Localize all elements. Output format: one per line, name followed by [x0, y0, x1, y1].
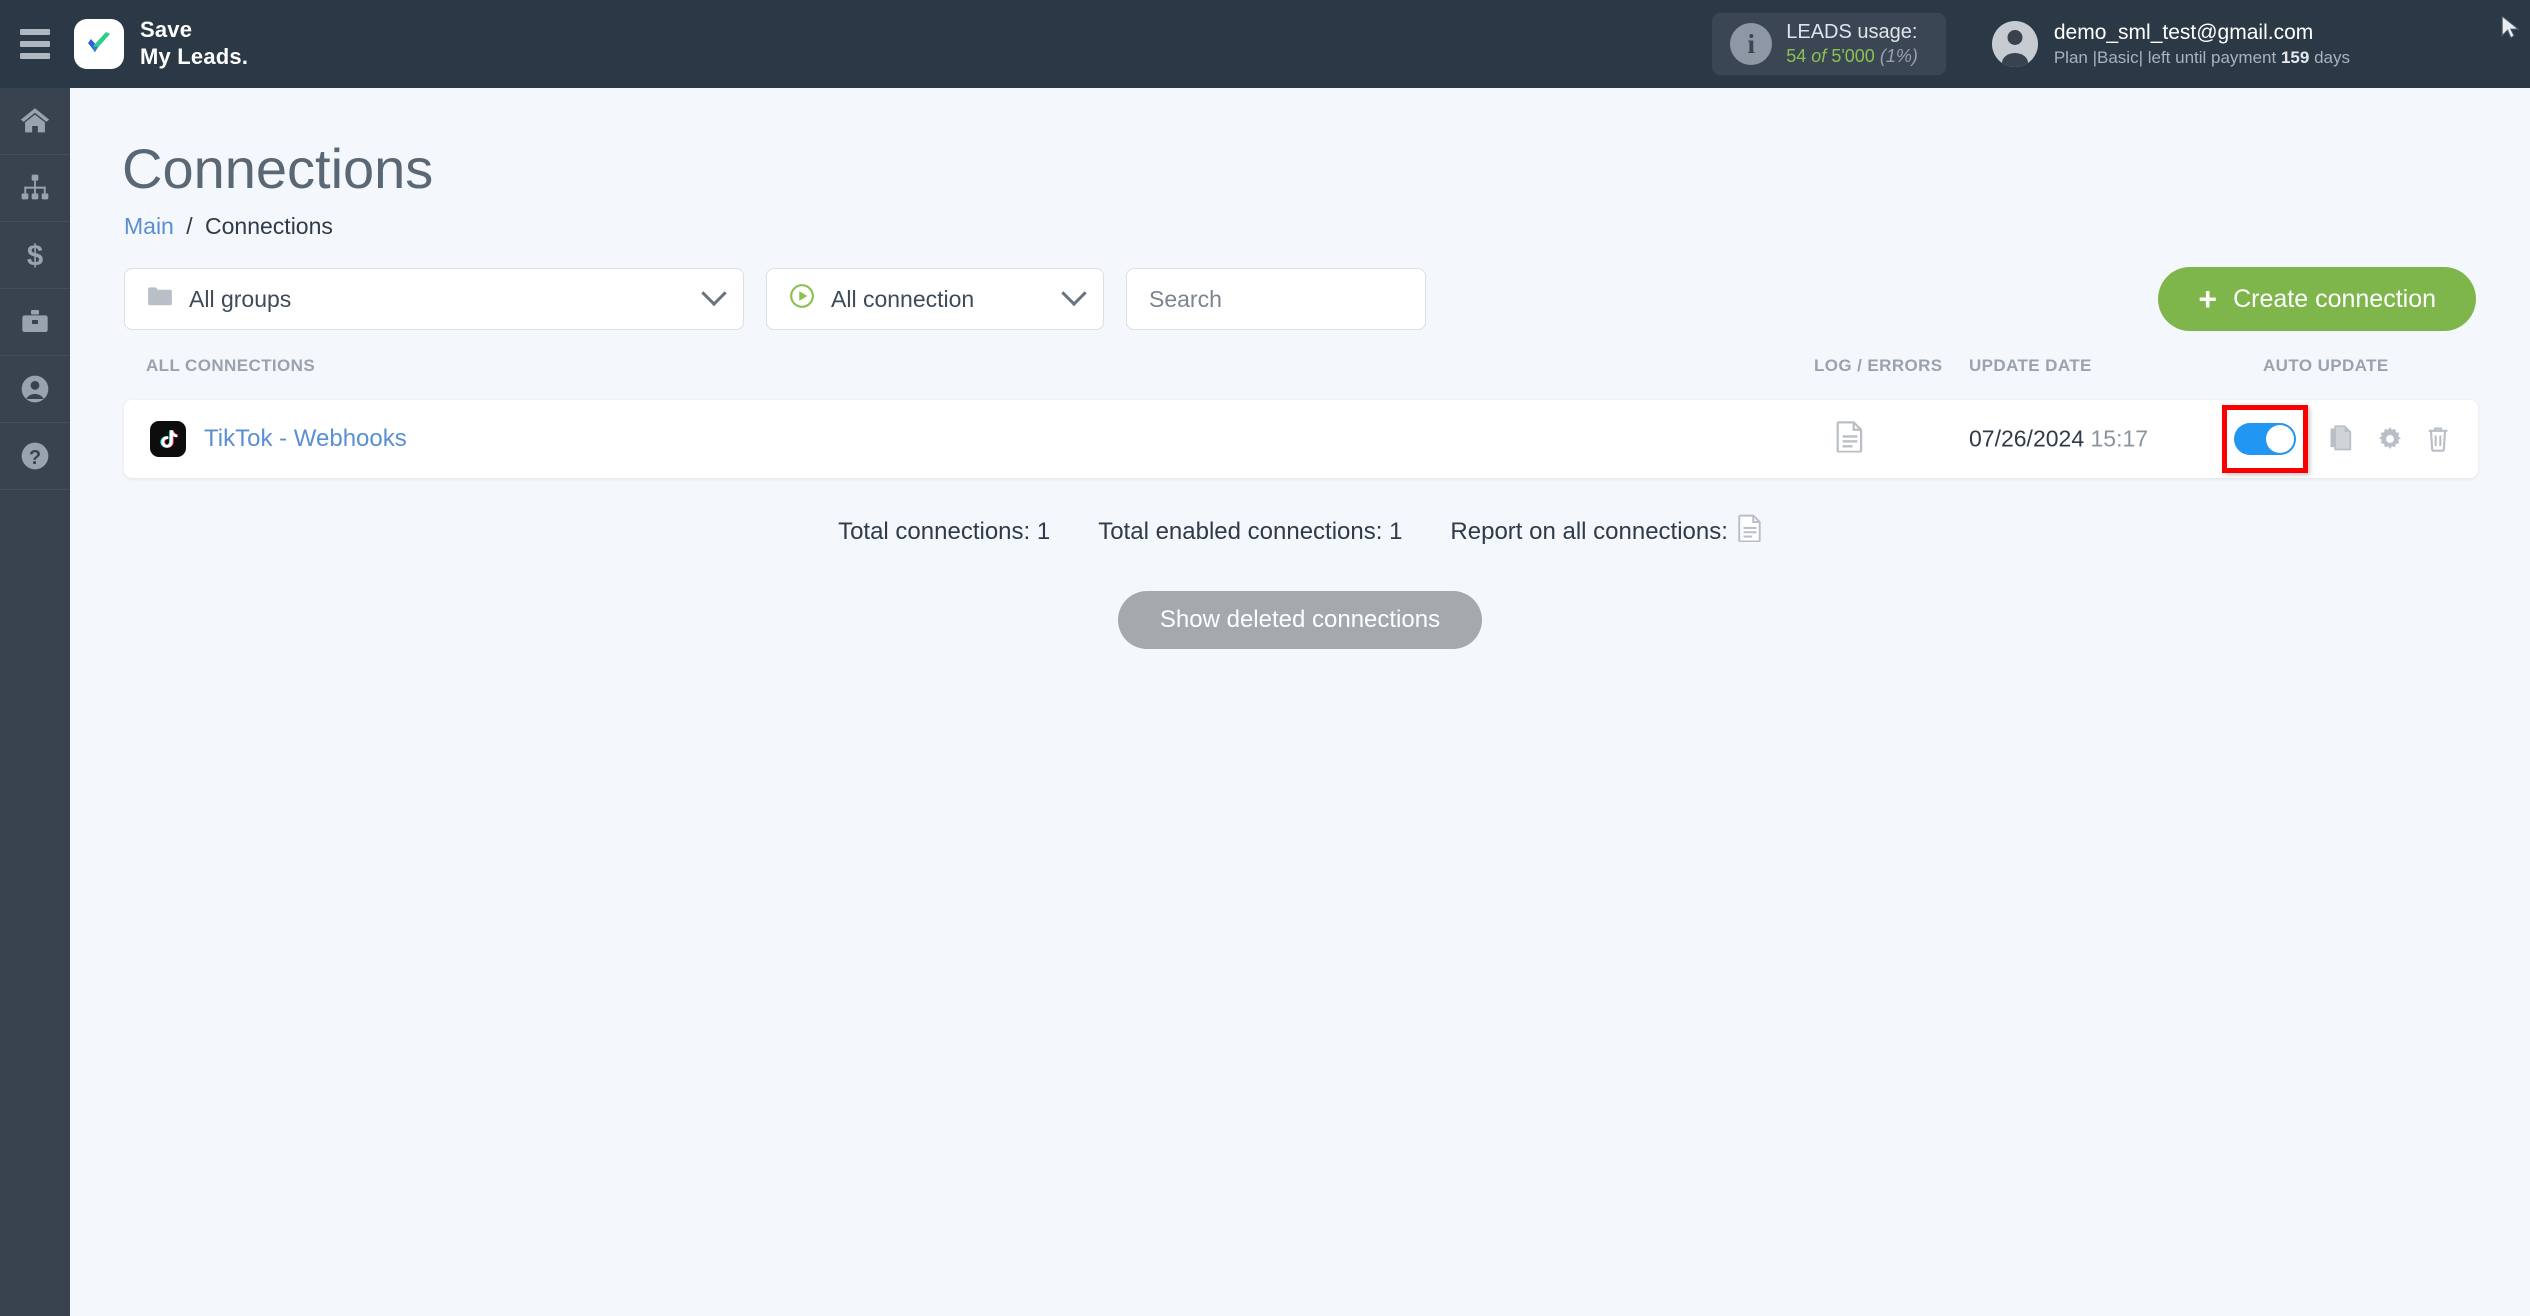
usage-limit: 5'000 [1831, 46, 1875, 67]
update-date-cell: 07/26/2024 15:17 [1969, 426, 2148, 453]
svg-text:?: ? [29, 447, 41, 469]
totals-bar: Total connections: 1 Total enabled conne… [70, 514, 2530, 549]
column-header-connections: ALL CONNECTIONS [146, 356, 316, 375]
dollar-icon: $ [19, 239, 51, 271]
log-errors-icon[interactable] [1836, 421, 1864, 458]
toggle-knob [2266, 425, 2294, 453]
question-circle-icon: ? [19, 440, 51, 472]
play-circle-icon [789, 283, 815, 315]
user-circle-icon [19, 373, 51, 405]
tiktok-icon [150, 421, 186, 457]
sidebar-item-connections[interactable] [0, 155, 70, 222]
folder-icon [147, 285, 173, 313]
mouse-cursor-icon [2501, 15, 2520, 39]
connection-identity: TikTok - Webhooks [150, 421, 407, 457]
svg-text:$: $ [27, 240, 43, 271]
hamburger-bar [20, 41, 50, 47]
brand-logo[interactable]: Save My Leads. [74, 17, 248, 71]
briefcase-icon [19, 306, 51, 338]
usage-of: of [1811, 46, 1827, 67]
search-input[interactable] [1149, 285, 1403, 313]
page-title: Connections [122, 137, 434, 200]
table-column-headers: ALL CONNECTIONS LOG / ERRORS UPDATE DATE… [124, 356, 2478, 386]
groups-filter-select[interactable]: All groups [124, 268, 744, 330]
breadcrumb-separator: / [186, 213, 193, 239]
update-date-value: 07/26/2024 [1969, 425, 2085, 452]
sidebar: $ ? [0, 88, 70, 1316]
sitemap-icon [19, 172, 51, 204]
show-deleted-connections-button[interactable]: Show deleted connections [1117, 591, 1483, 649]
column-header-update-date: UPDATE DATE [1969, 356, 2092, 375]
main-content: Connections Main / Connections All group… [70, 88, 2530, 1316]
chevron-down-icon [1061, 280, 1087, 307]
plus-icon: + [2198, 281, 2218, 317]
brand-line-2: My Leads. [140, 44, 249, 69]
document-icon[interactable] [1738, 514, 1762, 549]
connection-filter-select[interactable]: All connection [766, 268, 1104, 330]
account-plan: Plan |Basic| left until payment 159 days [2054, 47, 2350, 69]
usage-used: 54 [1786, 46, 1807, 67]
plan-days: 159 [2280, 47, 2310, 67]
auto-update-toggle[interactable] [2234, 423, 2296, 455]
total-enabled-connections: Total enabled connections: 1 [1098, 517, 1403, 545]
account-box[interactable]: demo_sml_test@gmail.com Plan |Basic| lef… [1991, 19, 2350, 69]
plan-days-suffix: days [2314, 47, 2350, 67]
connection-name-link[interactable]: TikTok - Webhooks [204, 425, 407, 453]
auto-update-highlight [2222, 405, 2308, 473]
update-time-value: 15:17 [2090, 425, 2149, 452]
breadcrumb-link-main[interactable]: Main [124, 213, 174, 239]
usage-values: 54 of 5'000 (1%) [1786, 45, 1918, 69]
connection-filter-value: All connection [831, 285, 975, 312]
breadcrumb-current: Connections [205, 213, 333, 239]
gear-icon[interactable] [2376, 425, 2404, 453]
breadcrumb: Main / Connections [124, 213, 2530, 240]
row-actions [2328, 425, 2450, 453]
top-bar: Save My Leads. i LEADS usage: 54 of 5'00… [0, 0, 2530, 88]
brand-name: Save My Leads. [140, 17, 248, 71]
sidebar-item-billing[interactable]: $ [0, 222, 70, 289]
search-field[interactable] [1126, 268, 1426, 330]
home-icon [18, 104, 52, 138]
sidebar-item-help[interactable]: ? [0, 423, 70, 490]
avatar-icon [1991, 21, 2038, 67]
copy-icon[interactable] [2328, 425, 2354, 453]
usage-percent: (1%) [1879, 46, 1918, 67]
sidebar-item-home[interactable] [0, 88, 70, 155]
column-header-log-errors: LOG / ERRORS [1814, 356, 1943, 375]
chevron-down-icon [701, 280, 727, 307]
info-icon: i [1730, 23, 1773, 65]
total-connections: Total connections: 1 [838, 517, 1051, 545]
create-connection-button[interactable]: + Create connection [2158, 267, 2476, 331]
account-email: demo_sml_test@gmail.com [2053, 20, 2314, 44]
groups-filter-value: All groups [189, 285, 292, 312]
hamburger-bar [20, 53, 50, 59]
hamburger-bar [20, 29, 50, 35]
report-label: Report on all connections: [1450, 517, 1728, 545]
usage-title: LEADS usage: [1786, 20, 1918, 43]
column-header-auto-update: AUTO UPDATE [2263, 356, 2389, 375]
brand-line-1: Save [140, 17, 193, 43]
hamburger-icon[interactable] [0, 0, 70, 88]
checkmark-logo-icon [74, 19, 124, 69]
create-connection-label: Create connection [2233, 284, 2436, 313]
filter-bar: All groups All connection + Create conne… [124, 267, 2530, 331]
sidebar-item-business[interactable] [0, 289, 70, 356]
leads-usage-box[interactable]: i LEADS usage: 54 of 5'000 (1%) [1712, 13, 1946, 75]
trash-icon[interactable] [2426, 425, 2450, 453]
report-on-all-connections[interactable]: Report on all connections: [1450, 514, 1762, 549]
sidebar-item-profile[interactable] [0, 356, 70, 423]
table-row[interactable]: TikTok - Webhooks 07/26/2024 15:17 [124, 400, 2478, 478]
plan-prefix: Plan |Basic| left until payment [2053, 47, 2277, 67]
